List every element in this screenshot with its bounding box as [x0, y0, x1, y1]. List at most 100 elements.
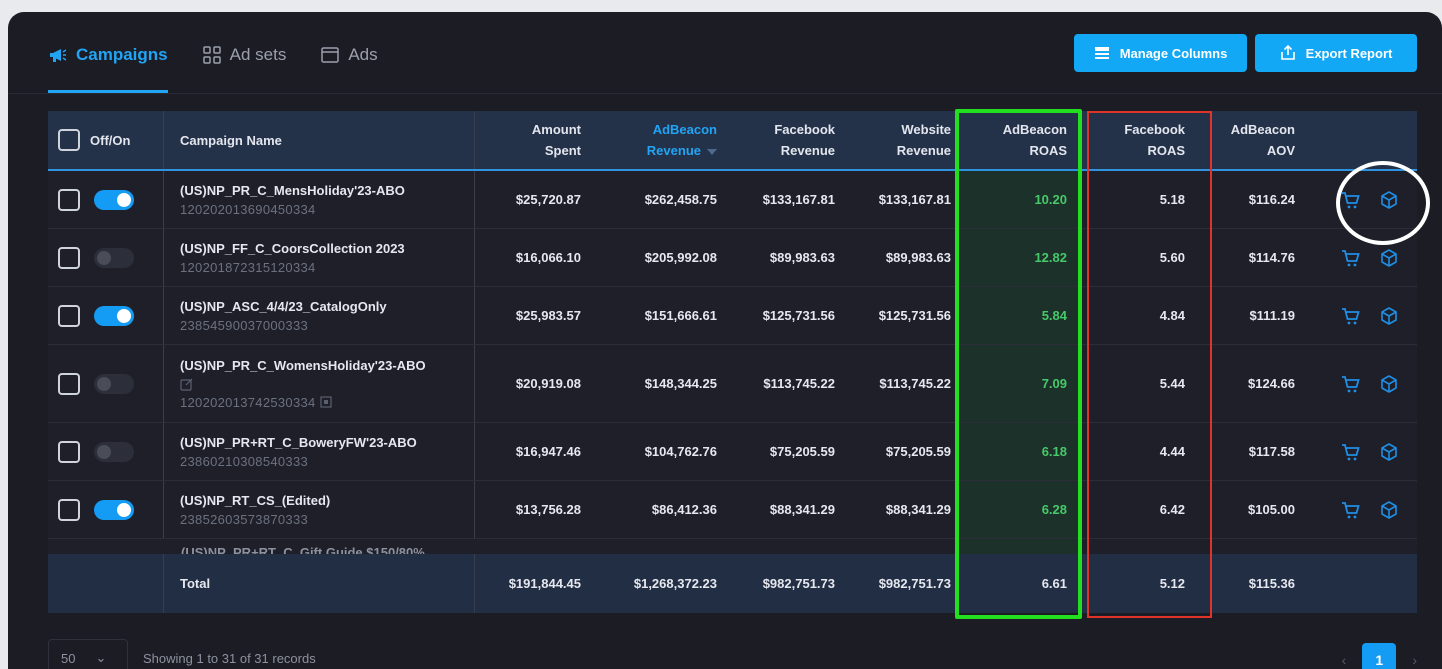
total-adbeacon-revenue: $1,268,372.23: [633, 575, 717, 591]
cube-icon[interactable]: [1379, 500, 1399, 520]
cart-icon[interactable]: [1341, 442, 1361, 462]
header-label: AdBeacon: [652, 122, 717, 137]
row-controls: [48, 423, 164, 480]
cube-icon[interactable]: [1379, 374, 1399, 394]
header-adbeacon-revenue[interactable]: AdBeacon Revenue: [589, 111, 725, 169]
header-campaign-name[interactable]: Campaign Name: [164, 111, 475, 169]
adbeacon-revenue: $86,412.36: [651, 502, 717, 517]
adbeacon-revenue: $205,992.08: [644, 250, 717, 265]
row-checkbox[interactable]: [58, 440, 80, 463]
campaign-name[interactable]: (US)NP_PR_C_WomensHoliday'23-ABO: [180, 358, 426, 373]
campaign-id: 23854590037000333: [180, 317, 309, 333]
toggle-knob: [117, 308, 131, 323]
campaign-name[interactable]: (US)NP_PR+RT_C_BoweryFW'23-ABO: [180, 435, 417, 450]
cube-icon[interactable]: [1379, 442, 1399, 462]
cube-icon-highlight-circle: [1336, 161, 1430, 245]
tab-ads[interactable]: Ads: [320, 40, 378, 70]
view-tabs: Campaigns Ad sets Ads: [48, 40, 378, 93]
campaign-id: 23860210308540333: [180, 453, 309, 469]
chevron-left-icon[interactable]: ‹: [1342, 652, 1347, 668]
website-revenue: $125,731.56: [878, 308, 951, 323]
header-label: Revenue: [646, 143, 701, 158]
tab-campaigns[interactable]: Campaigns: [48, 40, 168, 93]
row-checkbox[interactable]: [58, 372, 80, 395]
page-button-current[interactable]: 1: [1362, 643, 1397, 669]
campaign-id-line: 120202013742530334: [180, 391, 332, 410]
row-actions: [1303, 481, 1397, 538]
website-revenue: $89,983.63: [885, 250, 951, 265]
header-label: Spent: [544, 143, 581, 158]
website-revenue: $75,205.59: [885, 444, 951, 459]
header-label: Website: [901, 122, 951, 137]
row-controls: [48, 171, 164, 228]
header-website-revenue[interactable]: Website Revenue: [843, 111, 959, 169]
select-all-checkbox[interactable]: [58, 129, 80, 151]
cart-icon[interactable]: [1341, 374, 1361, 394]
header-label: Facebook: [774, 122, 835, 137]
header-label: Revenue: [780, 143, 835, 158]
tab-ad-sets[interactable]: Ad sets: [202, 40, 286, 70]
megaphone-icon: [50, 49, 67, 62]
cube-icon[interactable]: [1379, 306, 1399, 326]
row-actions: [1303, 345, 1397, 422]
sort-desc-icon[interactable]: [707, 148, 717, 155]
adbeacon-revenue: $104,762.76: [644, 444, 717, 459]
row-checkbox[interactable]: [58, 188, 80, 211]
facebook-roas-highlight-box: [1087, 111, 1212, 618]
campaign-id: 120202013742530334: [180, 394, 316, 410]
campaign-id: 120202013690450334: [180, 201, 316, 217]
amount-spent: $20,919.08: [515, 376, 581, 391]
toggle-knob: [97, 250, 111, 265]
cube-icon[interactable]: [1379, 248, 1399, 268]
website-revenue: $113,745.22: [879, 376, 951, 391]
campaign-name[interactable]: (US)NP_PR_C_MensHoliday'23-ABO: [180, 183, 405, 198]
campaign-name[interactable]: (US)NP_RT_CS_(Edited): [180, 493, 330, 508]
header-amount-spent[interactable]: Amount Spent: [475, 111, 589, 169]
copy-icon[interactable]: [319, 396, 332, 408]
total-label: Total: [164, 554, 475, 613]
chevron-right-icon[interactable]: ›: [1412, 652, 1417, 668]
campaign-toggle[interactable]: [94, 499, 134, 520]
facebook-revenue: $89,983.63: [769, 250, 835, 265]
campaign-name[interactable]: (US)NP_FF_C_CoorsCollection 2023: [180, 241, 405, 256]
row-controls: [48, 345, 164, 422]
total-adbeacon-aov: $115.36: [1248, 576, 1295, 591]
campaign-toggle[interactable]: [94, 373, 134, 394]
cart-icon[interactable]: [1341, 248, 1361, 268]
amount-spent: $16,066.10: [515, 250, 581, 265]
campaign-toggle[interactable]: [94, 189, 134, 210]
page-size-value: 50: [61, 650, 76, 666]
pagination: ‹ 1 ›: [1342, 643, 1417, 669]
adbeacon-aov: $105.00: [1248, 502, 1295, 517]
manage-columns-button[interactable]: Manage Columns: [1074, 34, 1247, 72]
export-report-button[interactable]: Export Report: [1255, 34, 1417, 72]
header-facebook-revenue[interactable]: Facebook Revenue: [725, 111, 843, 169]
header-label: Revenue: [896, 143, 951, 158]
amount-spent: $13,756.28: [515, 502, 581, 517]
header-adbeacon-aov[interactable]: AdBeacon AOV: [1207, 111, 1303, 169]
tab-label: Ads: [348, 45, 378, 64]
row-actions: [1303, 423, 1397, 480]
row-checkbox[interactable]: [58, 304, 80, 327]
page-size-select[interactable]: 50 ⌄: [48, 639, 128, 669]
campaign-name-cell: (US)NP_PR_C_WomensHoliday'23-ABO 1202020…: [164, 345, 475, 422]
adbeacon-aov: $111.19: [1249, 308, 1295, 323]
grid-icon: [202, 46, 221, 64]
row-actions: [1303, 287, 1397, 344]
row-checkbox[interactable]: [58, 498, 80, 521]
columns-icon: [1094, 47, 1109, 59]
toggle-knob: [117, 192, 131, 207]
window-icon: [321, 47, 340, 63]
campaign-name[interactable]: (US)NP_ASC_4/4/23_CatalogOnly: [180, 299, 387, 314]
row-checkbox[interactable]: [58, 246, 80, 269]
edit-icon[interactable]: [180, 377, 194, 391]
facebook-revenue: $113,745.22: [763, 376, 835, 391]
cart-icon[interactable]: [1341, 306, 1361, 326]
adbeacon-aov: $117.58: [1248, 444, 1295, 459]
total-amount-spent: $191,844.45: [508, 576, 581, 591]
campaign-toggle[interactable]: [94, 441, 134, 462]
campaign-toggle[interactable]: [94, 305, 134, 326]
cart-icon[interactable]: [1341, 500, 1361, 520]
campaign-toggle[interactable]: [94, 247, 134, 268]
export-icon: [1280, 45, 1295, 60]
